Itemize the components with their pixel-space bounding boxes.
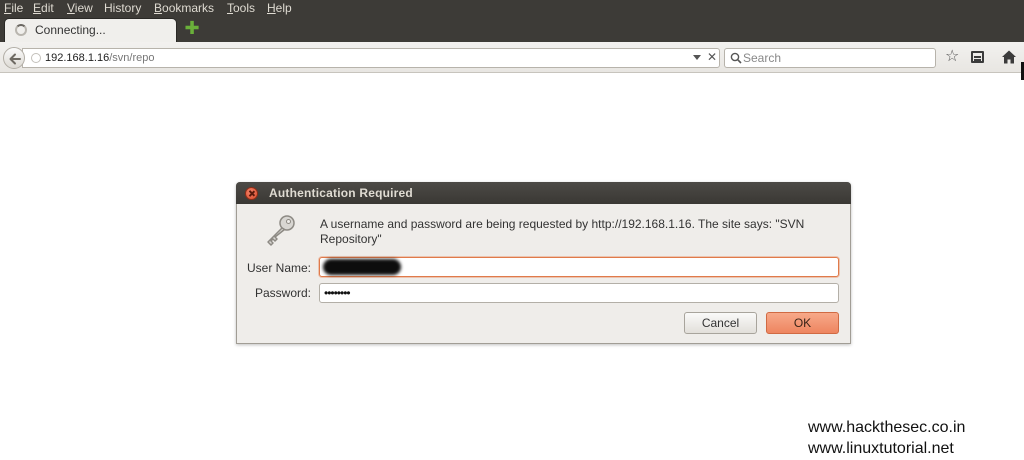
menu-edit-label: dit [41, 1, 54, 15]
menu-tools[interactable]: Tools [227, 0, 255, 16]
password-value: •••••••• [324, 286, 351, 300]
url-text[interactable]: 192.168.1.16/svn/repo [45, 52, 154, 64]
dialog-title: Authentication Required [269, 186, 413, 200]
menu-bookmarks-label: ookmarks [162, 1, 215, 15]
watermark-line-2: www.linuxtutorial.net [808, 440, 954, 457]
menu-view[interactable]: View [67, 0, 93, 16]
star-icon[interactable]: ☆ [945, 46, 959, 66]
redacted-username [323, 259, 401, 275]
menu-history-label: History [104, 1, 142, 15]
url-path: /svn/repo [109, 52, 155, 64]
menu-view-label: iew [74, 1, 93, 15]
key-icon [267, 215, 295, 246]
menu-edit[interactable]: Edit [33, 0, 54, 16]
tab-title: Connecting... [35, 23, 106, 37]
tab-strip: Connecting... ✚ [0, 16, 1024, 42]
loading-spinner-icon [15, 24, 27, 36]
search-icon [730, 52, 742, 64]
password-field[interactable] [319, 283, 839, 303]
url-bar[interactable]: 192.168.1.16/svn/repo ✕ [22, 48, 720, 68]
ok-button[interactable]: OK [766, 312, 839, 334]
tab-connecting[interactable]: Connecting... [4, 18, 177, 42]
menu-tools-label: ools [233, 1, 256, 15]
close-icon[interactable]: ✕ [707, 50, 717, 64]
password-label: Password: [254, 286, 311, 300]
menu-file[interactable]: File [4, 0, 23, 16]
close-icon[interactable] [245, 187, 258, 200]
menu-help[interactable]: Help [267, 0, 292, 16]
menu-edit-mnemonic: E [33, 1, 42, 15]
menu-bookmarks-mnemonic: B [154, 1, 163, 15]
back-arrow-icon [9, 53, 21, 65]
navigation-bar: 192.168.1.16/svn/repo ✕ ☆ [0, 42, 1024, 73]
home-icon[interactable] [1001, 49, 1017, 65]
back-button[interactable] [3, 47, 25, 69]
plus-icon[interactable]: ✚ [184, 19, 200, 37]
watermark: www.hackthesec.co.in www.linuxtutorial.n… [808, 417, 965, 459]
menu-help-mnemonic: H [267, 1, 276, 15]
bookmarks-list-icon[interactable] [971, 51, 984, 63]
menu-view-mnemonic: V [67, 1, 75, 15]
search-input[interactable] [743, 50, 929, 66]
cancel-button[interactable]: Cancel [684, 312, 757, 334]
authentication-dialog: Authentication Required A username and p… [236, 182, 851, 344]
dialog-message: A username and password are being reques… [320, 217, 805, 246]
menu-bar: File Edit View History Bookmarks Tools H… [0, 0, 1024, 16]
chevron-down-icon[interactable] [693, 55, 701, 60]
dialog-titlebar: Authentication Required [236, 182, 851, 204]
menu-history[interactable]: History [104, 0, 141, 16]
search-bar[interactable] [724, 48, 936, 68]
globe-icon [31, 53, 41, 63]
menu-help-label: elp [275, 1, 292, 15]
menu-file-label: ile [11, 1, 24, 15]
url-host: 192.168.1.16 [45, 52, 110, 64]
watermark-line-1: www.hackthesec.co.in [808, 419, 966, 436]
menu-bookmarks[interactable]: Bookmarks [154, 0, 214, 16]
username-label: User Name: [246, 261, 311, 275]
